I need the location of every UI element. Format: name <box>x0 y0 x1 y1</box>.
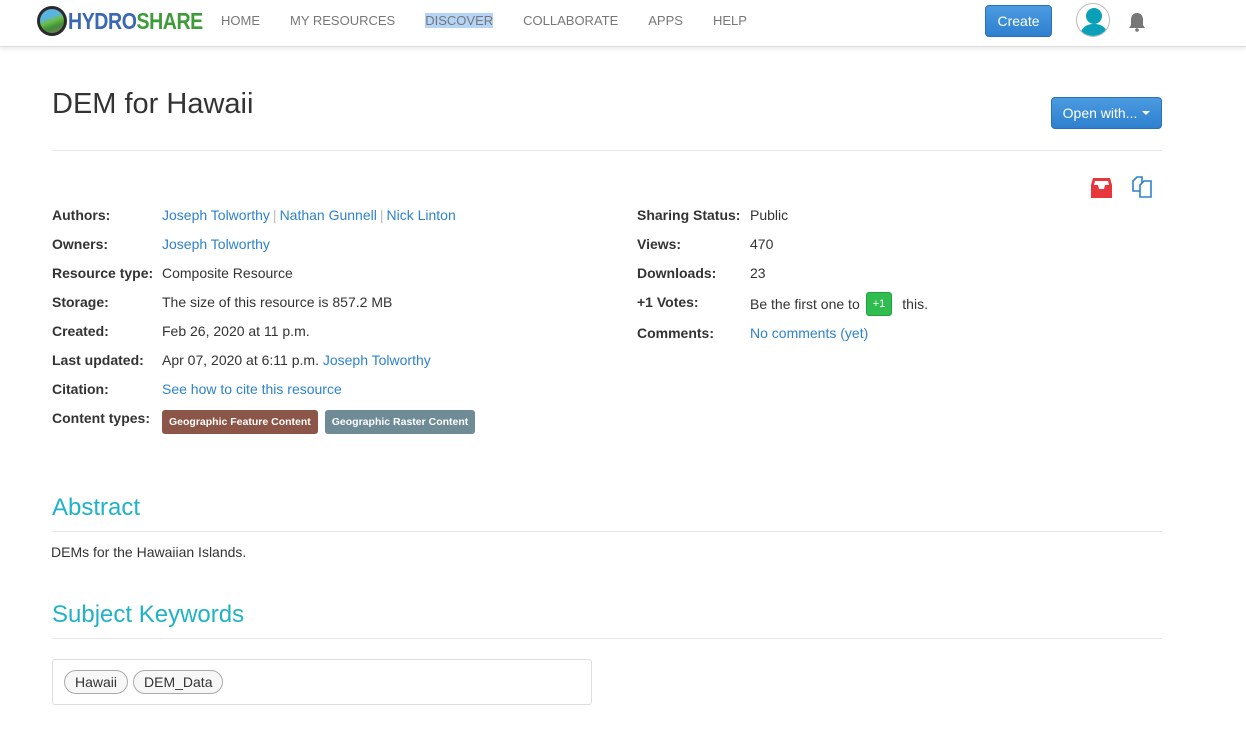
last-updated-label: Last updated: <box>52 352 144 368</box>
last-updated-by-link[interactable]: Joseph Tolworthy <box>323 351 431 369</box>
keyword-tag[interactable]: DEM_Data <box>133 670 224 694</box>
keywords-box: Hawaii DEM_Data <box>52 659 592 705</box>
author-link[interactable]: Nathan Gunnell <box>280 206 377 224</box>
open-with-dropdown[interactable]: Open with... <box>1051 97 1162 129</box>
abstract-text: DEMs for the Hawaiian Islands. <box>51 544 247 560</box>
globe-logo-icon <box>37 6 67 36</box>
plus-one-button[interactable]: +1 <box>865 292 893 316</box>
storage-label: Storage: <box>52 294 109 310</box>
content-type-badge[interactable]: Geographic Raster Content <box>324 410 476 434</box>
sharing-status-label: Sharing Status: <box>637 207 741 223</box>
nav-my-resources[interactable]: MY RESOURCES <box>290 13 395 28</box>
user-avatar-icon[interactable] <box>1076 3 1110 37</box>
comments-label: Comments: <box>637 325 715 341</box>
views-label: Views: <box>637 236 682 252</box>
copy-icon[interactable] <box>1130 175 1154 199</box>
nav-collaborate[interactable]: COLLABORATE <box>523 13 618 28</box>
author-link[interactable]: Joseph Tolworthy <box>162 206 270 224</box>
created-label: Created: <box>52 323 109 339</box>
page-title: DEM for Hawaii <box>52 88 254 120</box>
resource-type-label: Resource type: <box>52 265 154 281</box>
votes-label: +1 Votes: <box>637 294 699 310</box>
abstract-heading: Abstract <box>52 494 141 521</box>
abstract-divider <box>52 531 1162 532</box>
nav-home[interactable]: HOME <box>221 13 260 28</box>
views-value: 470 <box>750 236 774 252</box>
nav-links: HOME MY RESOURCES DISCOVER COLLABORATE A… <box>221 13 777 28</box>
top-navbar: HYDROSHARE HOME MY RESOURCES DISCOVER CO… <box>0 0 1246 47</box>
inbox-icon[interactable] <box>1090 176 1113 199</box>
hydroshare-logo[interactable]: HYDROSHARE <box>37 6 227 36</box>
logo-text-hydro: HYDRO <box>68 8 137 34</box>
content-types-label: Content types: <box>52 410 150 426</box>
votes-suffix: this. <box>902 296 928 312</box>
keyword-tag[interactable]: Hawaii <box>64 670 129 694</box>
open-with-label: Open with... <box>1062 105 1138 121</box>
nav-discover[interactable]: DISCOVER <box>425 13 494 28</box>
create-button[interactable]: Create <box>985 5 1052 37</box>
resource-type-value: Composite Resource <box>162 265 293 281</box>
created-value: Feb 26, 2020 at 11 p.m. <box>162 323 310 339</box>
sharing-status-value: Public <box>750 207 789 223</box>
owners-label: Owners: <box>52 236 109 252</box>
title-divider <box>52 150 1162 151</box>
owner-link[interactable]: Joseph Tolworthy <box>162 235 270 253</box>
authors-label: Authors: <box>52 207 111 223</box>
votes-prefix: Be the first one to <box>750 296 860 312</box>
downloads-label: Downloads: <box>637 265 717 281</box>
caret-down-icon <box>1142 111 1151 115</box>
bell-icon[interactable] <box>1127 11 1147 33</box>
comments-link[interactable]: No comments (yet) <box>750 324 868 342</box>
citation-label: Citation: <box>52 381 109 397</box>
storage-value: The size of this resource is 857.2 MB <box>162 294 393 310</box>
author-link[interactable]: Nick Linton <box>387 206 456 224</box>
content-type-badge[interactable]: Geographic Feature Content <box>162 410 318 434</box>
nav-help[interactable]: HELP <box>713 13 747 28</box>
last-updated-value: Apr 07, 2020 at 6:11 p.m. <box>162 352 319 368</box>
citation-link[interactable]: See how to cite this resource <box>162 380 342 398</box>
downloads-value: 23 <box>750 265 766 281</box>
keywords-heading: Subject Keywords <box>52 601 245 628</box>
keywords-divider <box>52 638 1162 639</box>
logo-text-share: SHARE <box>136 8 203 34</box>
nav-apps[interactable]: APPS <box>648 13 683 28</box>
